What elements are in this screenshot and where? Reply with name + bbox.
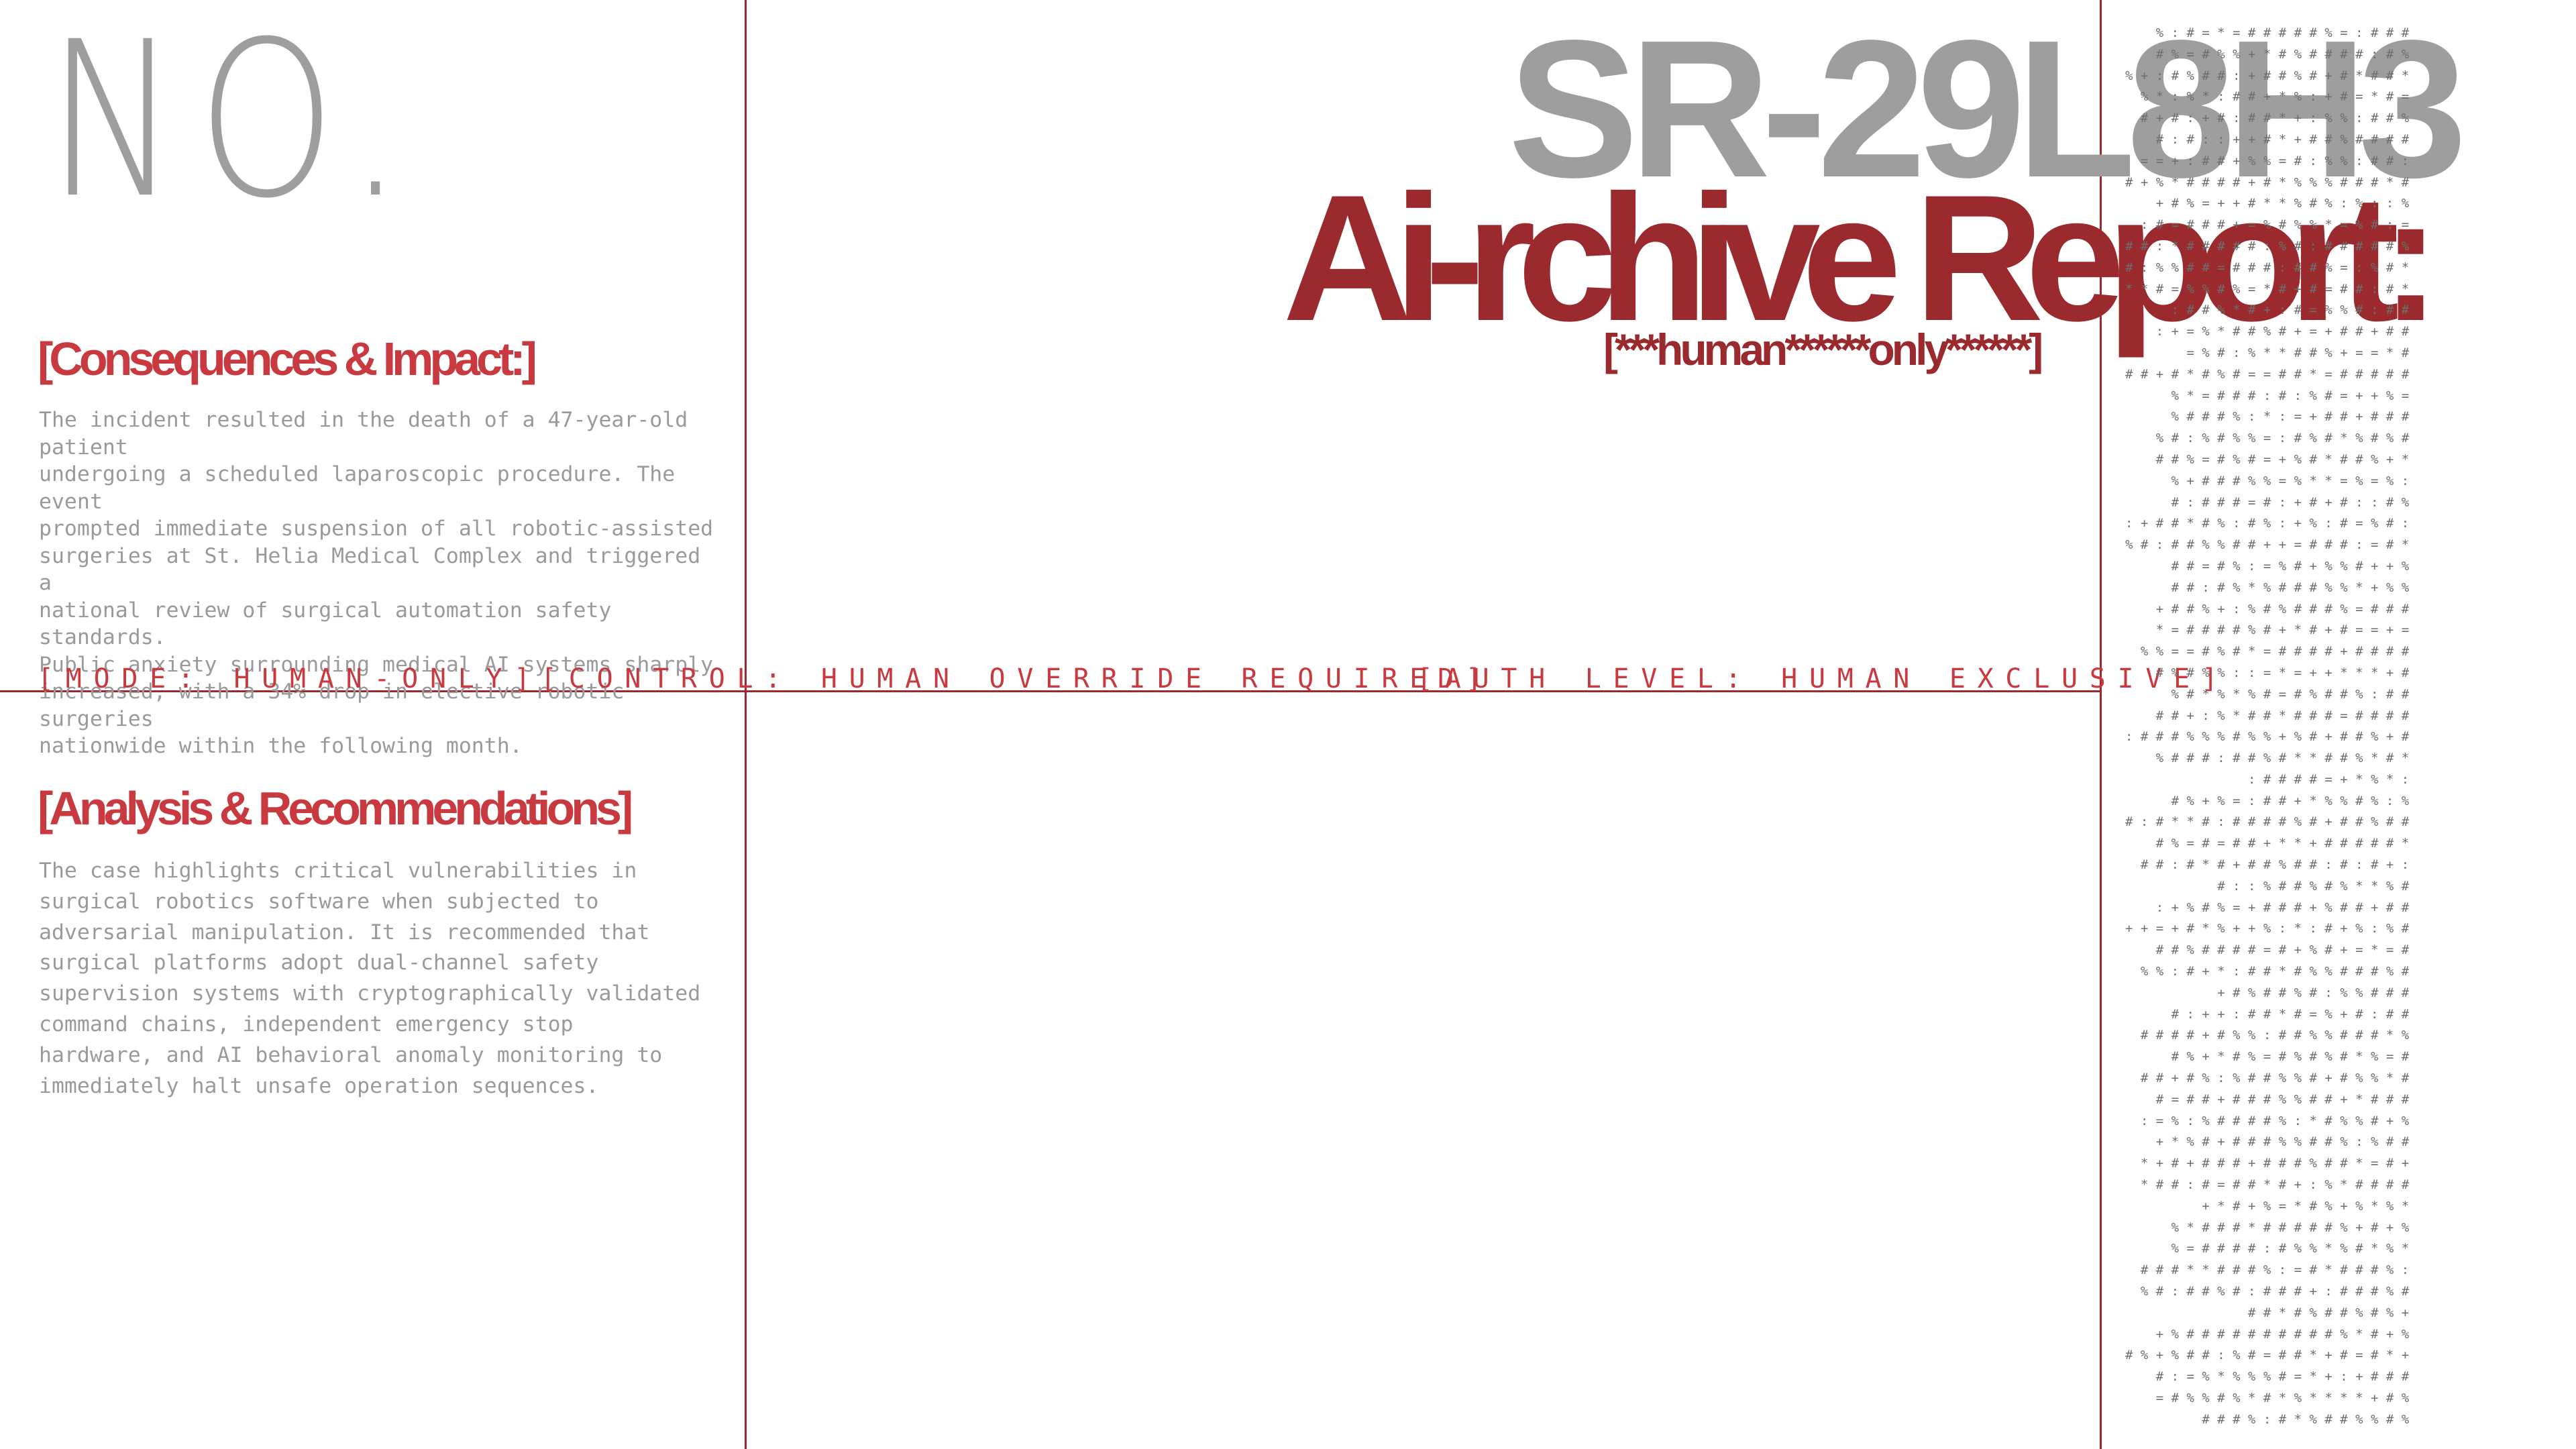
status-control: [CONTROL: HUMAN OVERRIDE REQUIRED] xyxy=(541,663,1494,694)
analysis-body: The case highlights critical vulnerabili… xyxy=(39,859,701,1098)
consequences-body: The incident resulted in the death of a … xyxy=(39,408,714,758)
status-mode: [MODE: HUMAN-ONLY] xyxy=(38,663,543,694)
number-label: NO. xyxy=(47,0,423,246)
ascii-pattern-decoration: % : # = * = # # # # # % = : # # # # % = … xyxy=(2125,25,2410,1427)
status-auth: [AUTH LEVEL: HUMAN EXCLUSIVE] xyxy=(1417,663,2230,694)
analysis-title: [Analysis & Recommendations] xyxy=(38,782,633,835)
audience-tag: [***human******only******] xyxy=(1603,325,2043,374)
consequences-title: [Consequences & Impact:] xyxy=(38,333,537,385)
left-column-divider xyxy=(745,0,747,1449)
